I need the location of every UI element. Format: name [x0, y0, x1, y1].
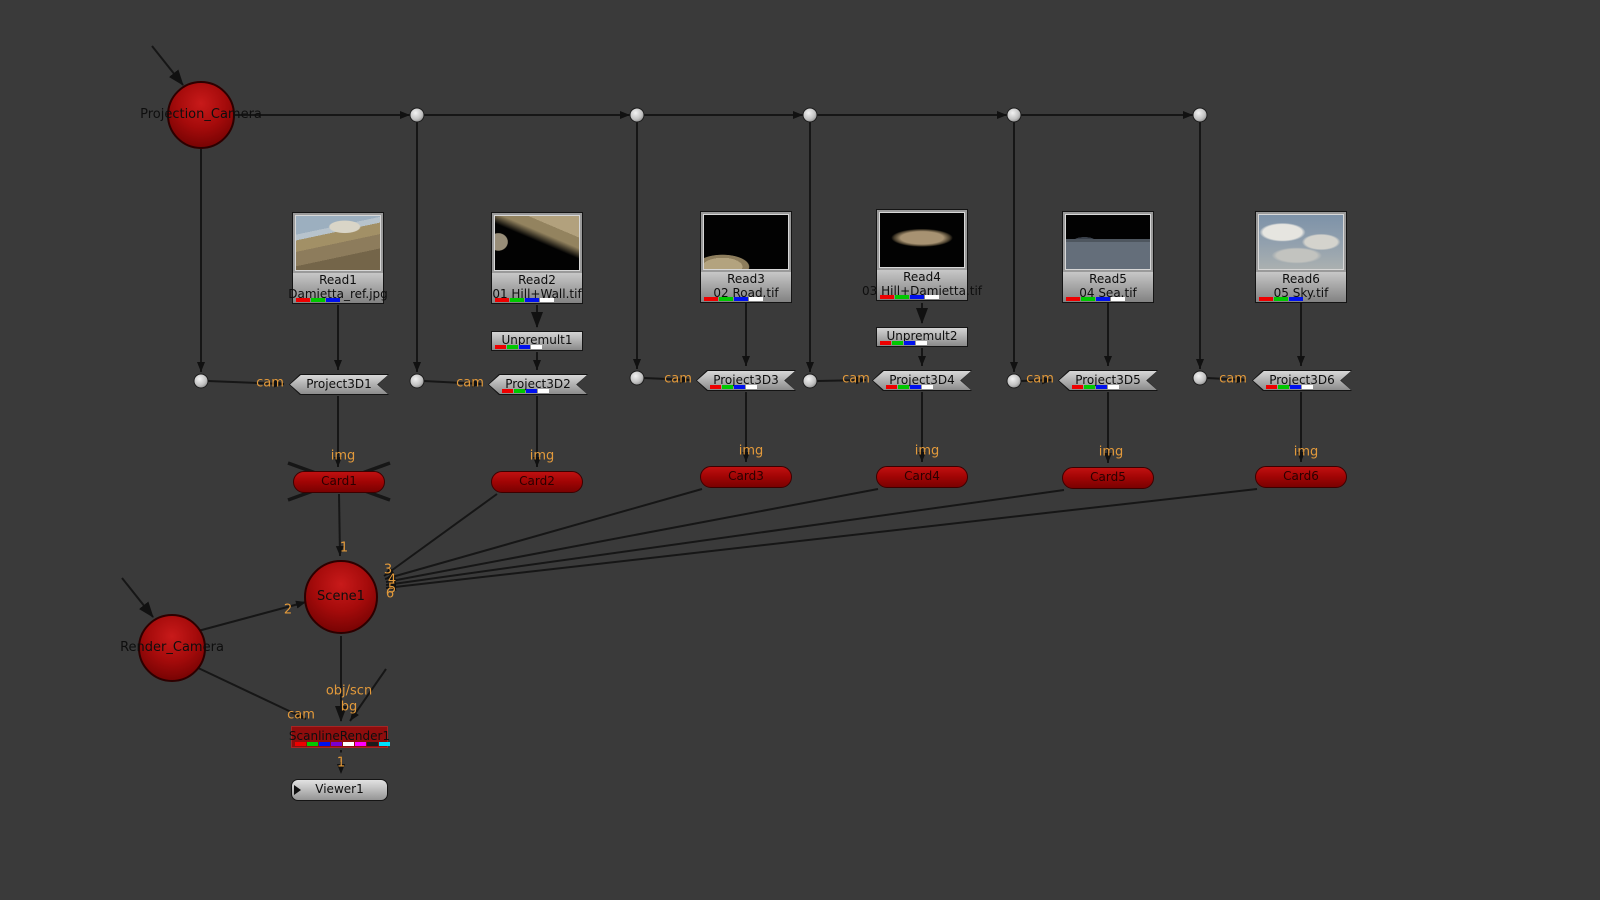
port-label-img-5: img — [1099, 445, 1124, 460]
port-label-cam-6: cam — [1219, 372, 1247, 387]
card1-label: Card1 — [321, 475, 357, 489]
read5-channel-indicators — [1066, 297, 1125, 301]
read4-thumbnail — [879, 212, 965, 268]
node-project3d4[interactable]: Project3D4 — [872, 370, 972, 391]
connection-wires — [0, 0, 1600, 900]
read3-channel-indicators — [704, 297, 763, 301]
card5-label: Card5 — [1090, 471, 1126, 485]
node-card4[interactable]: Card4 — [876, 466, 968, 488]
card6-label: Card6 — [1283, 470, 1319, 484]
read-output-wires — [338, 303, 1301, 370]
scene1-label: Scene1 — [317, 590, 365, 605]
scene-input-number-1: 1 — [340, 541, 348, 556]
node-project3d6[interactable]: Project3D6 — [1252, 370, 1352, 391]
img-input-wires — [338, 392, 1301, 467]
node-project3d5[interactable]: Project3D5 — [1058, 370, 1158, 391]
viewer1-label: Viewer1 — [315, 783, 363, 797]
node-scanlinerender1[interactable]: ScanlineRender1 — [291, 726, 388, 748]
read2-channel-indicators — [495, 298, 554, 302]
project3d5-channel-indicators — [1072, 385, 1119, 389]
card3-label: Card3 — [728, 470, 764, 484]
read3-name: Read3 — [727, 273, 765, 287]
project3d2-channel-indicators — [502, 389, 549, 393]
port-label-img-4: img — [915, 444, 940, 459]
node-projection-camera[interactable]: Projection_Camera — [167, 81, 235, 149]
port-label-img-6: img — [1294, 445, 1319, 460]
project3d4-channel-indicators — [886, 385, 933, 389]
node-read3[interactable]: Read3 02 Road.tif — [700, 211, 792, 303]
read5-name: Read5 — [1089, 273, 1127, 287]
scene-input-number-6: 6 — [386, 587, 394, 602]
unpremult2-channel-indicators — [880, 341, 927, 345]
node-read1[interactable]: Read1 Damietta_ref.jpg — [292, 212, 384, 304]
node-unpremult2[interactable]: Unpremult2 — [876, 327, 968, 347]
node-render-camera[interactable]: Render_Camera — [138, 614, 206, 682]
unpremult1-channel-indicators — [495, 345, 542, 349]
read6-name: Read6 — [1282, 273, 1320, 287]
scene-input-number-2: 2 — [284, 603, 292, 618]
render-camera-wires — [194, 602, 306, 719]
node-card2[interactable]: Card2 — [491, 471, 583, 493]
viewer-input-notch-icon — [294, 785, 301, 795]
node-scene1[interactable]: Scene1 — [304, 560, 378, 634]
port-label-cam-2: cam — [456, 376, 484, 391]
node-read5[interactable]: Read5 04 Sea.tif — [1062, 211, 1154, 303]
port-label-img-2: img — [530, 449, 555, 464]
node-read2[interactable]: Read2 01 Hill+Wall.tif — [491, 212, 583, 304]
port-label-bg: bg — [341, 700, 358, 715]
node-project3d1[interactable]: Project3D1 — [289, 374, 389, 395]
read1-thumbnail — [295, 215, 381, 271]
node-card1[interactable]: Card1 — [293, 471, 385, 493]
read6-channel-indicators — [1259, 297, 1303, 301]
render-camera-label: Render_Camera — [120, 641, 224, 656]
read1-name: Read1 — [319, 274, 357, 288]
node-card5[interactable]: Card5 — [1062, 467, 1154, 489]
scanlinerender1-channel-indicators — [295, 742, 390, 746]
project3d3-channel-indicators — [710, 385, 757, 389]
card-scene-wires — [339, 489, 1257, 588]
read5-thumbnail — [1065, 214, 1151, 270]
node-graph-canvas[interactable]: Projection_Camera Render_Camera Scene1 R… — [0, 0, 1600, 900]
port-label-cam-scanline: cam — [287, 708, 315, 723]
port-label-cam-3: cam — [664, 372, 692, 387]
read2-thumbnail — [494, 215, 580, 271]
project3d1-label: Project3D1 — [306, 378, 372, 392]
port-label-obj-scn: obj/scn — [326, 684, 372, 699]
port-label-img-3: img — [739, 444, 764, 459]
node-project3d3[interactable]: Project3D3 — [696, 370, 796, 391]
node-viewer1[interactable]: Viewer1 — [291, 779, 388, 801]
port-label-cam-4: cam — [842, 372, 870, 387]
node-project3d2[interactable]: Project3D2 — [488, 374, 588, 395]
node-card3[interactable]: Card3 — [700, 466, 792, 488]
read4-name: Read4 — [903, 271, 941, 285]
read6-thumbnail — [1258, 214, 1344, 270]
read1-channel-indicators — [296, 298, 340, 302]
port-label-cam-1: cam — [256, 376, 284, 391]
read4-channel-indicators — [880, 295, 939, 299]
node-card6[interactable]: Card6 — [1255, 466, 1347, 488]
port-label-cam-5: cam — [1026, 372, 1054, 387]
projection-camera-label: Projection_Camera — [140, 108, 262, 123]
card2-label: Card2 — [519, 475, 555, 489]
read3-thumbnail — [703, 214, 789, 270]
read2-name: Read2 — [518, 274, 556, 288]
node-read6[interactable]: Read6 05 Sky.tif — [1255, 211, 1347, 303]
project3d6-channel-indicators — [1266, 385, 1313, 389]
card4-label: Card4 — [904, 470, 940, 484]
port-label-img-1: img — [331, 449, 356, 464]
node-read4[interactable]: Read4 03 Hill+Damietta.tif — [876, 209, 968, 301]
viewer-input-number-1: 1 — [337, 756, 345, 771]
node-unpremult1[interactable]: Unpremult1 — [491, 331, 583, 351]
